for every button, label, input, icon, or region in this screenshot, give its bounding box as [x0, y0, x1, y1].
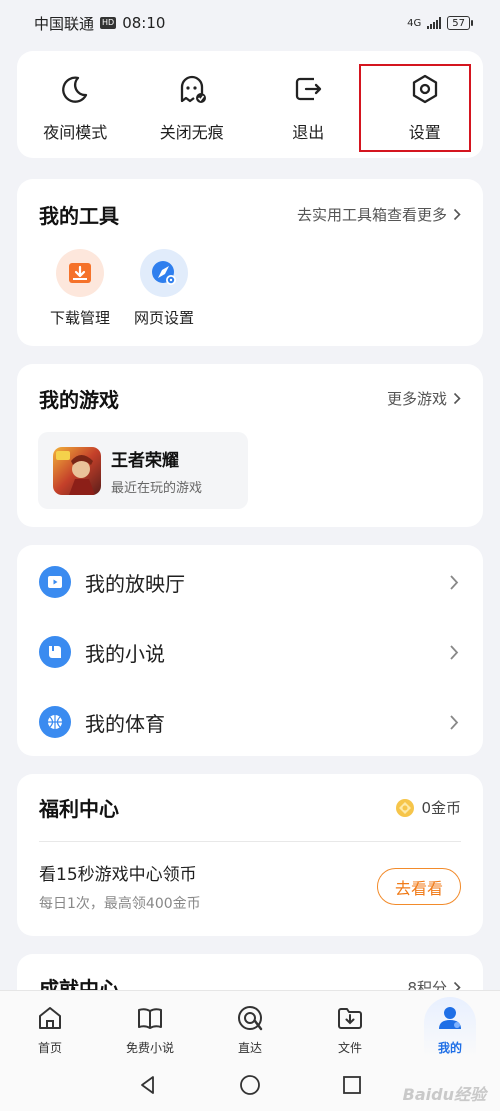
welfare-title: 福利中心 [39, 797, 119, 821]
nav-free-novel-label: 免费小说 [125, 1041, 174, 1055]
chevron-right-icon [450, 644, 459, 660]
nav-direct-label: 直达 [237, 1041, 262, 1055]
game-subtitle: 最近在玩的游戏 [111, 480, 203, 496]
list-item-sports[interactable]: 我的体育 [17, 687, 483, 757]
recents-square-icon[interactable] [341, 1074, 363, 1096]
nav-home[interactable]: 首页 [0, 991, 100, 1058]
close-incognito-label: 关闭无痕 [159, 123, 224, 142]
tools-more-label: 去实用工具箱查看更多 [296, 205, 447, 224]
back-icon[interactable] [137, 1074, 159, 1096]
task-subtitle: 每日1次，最高领400金币 [39, 896, 201, 912]
tool-list: 下载管理 网页设置 [17, 249, 483, 328]
direct-icon [238, 1006, 263, 1031]
download-icon [56, 249, 104, 297]
battery-indicator: 57 [447, 16, 473, 30]
list-item-theater[interactable]: 我的放映厅 [17, 547, 483, 617]
web-settings-tool[interactable]: 网页设置 [131, 249, 197, 328]
nav-home-label: 首页 [37, 1041, 62, 1055]
chevron-right-icon [453, 208, 461, 220]
list-item-novel[interactable]: 我的小说 [17, 617, 483, 687]
entertainment-list-card: 我的放映厅 我的小说 我的体育 [17, 545, 483, 756]
nav-free-novel[interactable]: 免费小说 [100, 991, 200, 1058]
night-mode-button[interactable]: 夜间模式 [17, 51, 134, 158]
tools-title: 我的工具 [39, 203, 119, 228]
exit-label: 退出 [292, 123, 325, 142]
home-circle-icon[interactable] [239, 1074, 261, 1096]
settings-highlight-box [359, 64, 471, 152]
game-info: 王者荣耀 最近在玩的游戏 [111, 446, 202, 496]
download-manager-tool[interactable]: 下载管理 [47, 249, 113, 328]
clock: 08:10 [122, 14, 166, 32]
recent-game-tile[interactable]: 王者荣耀 最近在玩的游戏 [38, 432, 248, 509]
go-watch-button[interactable]: 去看看 [377, 868, 461, 905]
tools-more-link[interactable]: 去实用工具箱查看更多 [297, 204, 461, 225]
nav-files[interactable]: 文件 [300, 991, 400, 1058]
nav-files-label: 文件 [337, 1041, 362, 1055]
signal-icon [427, 17, 442, 29]
welfare-center-card: 福利中心 0金币 看15秒游戏中心领币 每日1次，最高领400金币 去看看 [17, 774, 483, 936]
games-more-link[interactable]: 更多游戏 [387, 388, 461, 409]
night-mode-label: 夜间模式 [43, 123, 108, 142]
play-icon [39, 566, 71, 598]
list-item-label: 我的放映厅 [85, 571, 185, 596]
tools-header: 我的工具 去实用工具箱查看更多 [17, 179, 483, 249]
open-book-icon [138, 1008, 162, 1029]
folder-download-icon [338, 1008, 362, 1029]
profile-icon [439, 1007, 461, 1029]
game-thumbnail [53, 446, 101, 495]
compass-gear-icon [140, 249, 188, 297]
nav-direct[interactable]: 直达 [200, 991, 300, 1058]
nav-mine-label: 我的 [437, 1041, 462, 1055]
list-item-label: 我的体育 [85, 711, 165, 736]
download-manager-label: 下载管理 [49, 309, 110, 327]
home-icon [39, 1007, 61, 1029]
carrier-name: 中国联通 [34, 14, 95, 33]
chevron-right-icon [450, 714, 459, 730]
bottom-navigation: 首页 免费小说 直达 文件 我的 [0, 990, 500, 1058]
coin-balance[interactable]: 0金币 [395, 797, 461, 818]
hd-badge: HD [100, 17, 117, 29]
games-title: 我的游戏 [39, 387, 119, 412]
moon-icon [62, 76, 88, 103]
games-more-label: 更多游戏 [386, 389, 447, 408]
exit-icon [296, 77, 322, 101]
games-header: 我的游戏 更多游戏 [17, 364, 483, 432]
book-icon [39, 636, 71, 668]
task-title: 看15秒游戏中心领币 [39, 865, 197, 885]
watermark: Baidu经验 [402, 1085, 486, 1104]
status-right: 4G 57 [407, 16, 473, 30]
chevron-right-icon [450, 574, 459, 590]
exit-button[interactable]: 退出 [250, 51, 367, 158]
nav-mine[interactable]: 我的 [400, 991, 500, 1058]
basketball-icon [39, 706, 71, 738]
welfare-task: 看15秒游戏中心领币 每日1次，最高领400金币 去看看 [17, 842, 483, 913]
welfare-header: 福利中心 0金币 [17, 774, 483, 841]
task-info: 看15秒游戏中心领币 每日1次，最高领400金币 [39, 860, 201, 913]
coin-icon [396, 798, 415, 817]
status-left: 中国联通 HD 08:10 [34, 13, 165, 34]
network-type: 4G [407, 17, 422, 29]
web-settings-label: 网页设置 [133, 309, 194, 327]
status-bar: 中国联通 HD 08:10 4G 57 [0, 0, 500, 46]
game-name: 王者荣耀 [111, 450, 179, 471]
close-incognito-button[interactable]: 关闭无痕 [134, 51, 251, 158]
my-tools-card: 我的工具 去实用工具箱查看更多 下载管理 网页设置 [17, 179, 483, 346]
chevron-right-icon [453, 392, 461, 404]
ghost-icon [180, 75, 206, 103]
my-games-card: 我的游戏 更多游戏 王者荣耀 最近在玩的游戏 [17, 364, 483, 527]
coin-balance-label: 0金币 [421, 799, 461, 817]
list-item-label: 我的小说 [85, 641, 165, 666]
